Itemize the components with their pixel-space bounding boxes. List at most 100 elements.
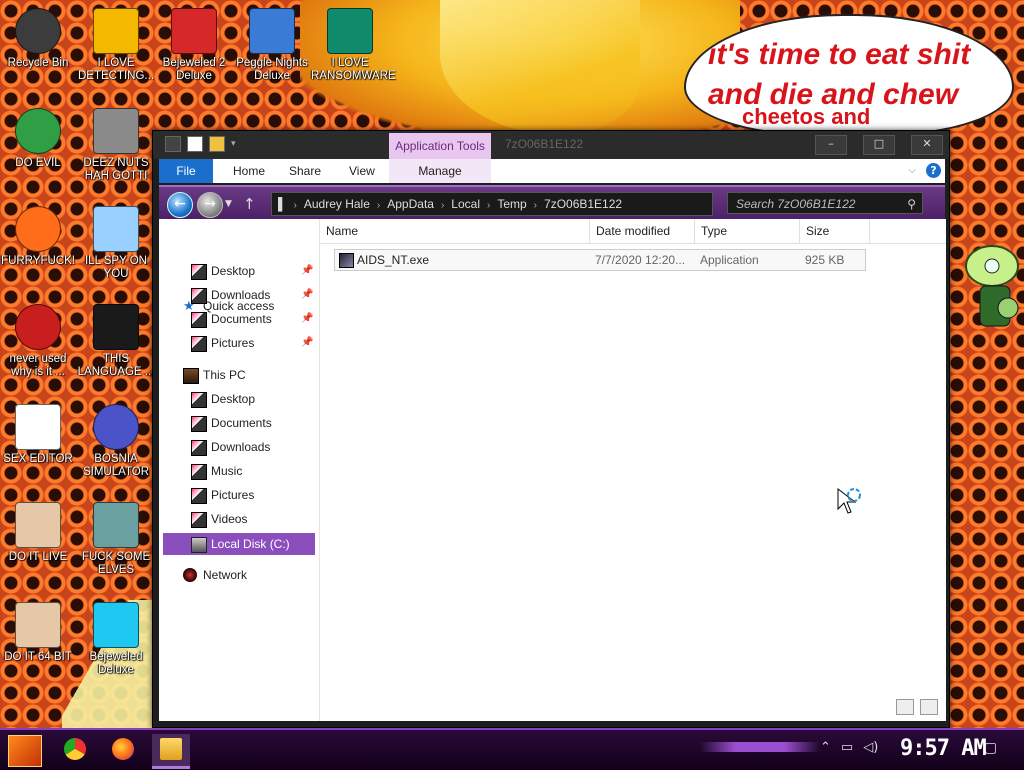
recent-locations-icon[interactable]: ▼ [225, 199, 232, 209]
forward-button[interactable]: → [197, 192, 223, 218]
nav-quick-item[interactable]: Downloads 📌 [159, 284, 319, 306]
taskbar-chrome[interactable] [56, 734, 94, 766]
breadcrumb-item[interactable]: AppData [383, 193, 438, 215]
tab-file[interactable]: File [159, 159, 213, 183]
desktop-icon[interactable]: Recycle Bin [0, 8, 77, 70]
volume-icon[interactable]: ◁) [863, 740, 878, 755]
desktop-icon-label: DO IT LIVE [8, 551, 68, 563]
nav-quick-item[interactable]: Documents 📌 [159, 308, 319, 330]
pin-icon[interactable]: 📌 [301, 260, 313, 282]
nav-quick-item[interactable]: Pictures 📌 [159, 332, 319, 354]
network-icon[interactable]: ▭ [841, 740, 853, 755]
up-arrow-icon[interactable]: ↑ [243, 195, 256, 213]
breadcrumb-item[interactable]: Local [447, 193, 484, 215]
desktop-icon[interactable]: I LOVE RANSOMWARE [311, 8, 396, 83]
nav-pc-item[interactable]: Music [159, 460, 319, 482]
desktop-icon-label: Recycle Bin [7, 57, 69, 69]
desktop-icon[interactable]: Bejeweled Deluxe [77, 602, 155, 677]
folder-icon [191, 416, 207, 432]
clock[interactable]: 9:57 AM [900, 736, 987, 761]
desktop-icon[interactable]: SEX EDITOR [0, 404, 77, 466]
start-button[interactable] [8, 735, 42, 767]
desktop-icon[interactable]: BOSNIA SIMULATOR [77, 404, 155, 479]
nav-pc-item[interactable]: Downloads [159, 436, 319, 458]
column-name[interactable]: Name [320, 219, 590, 243]
breadcrumb-separator[interactable]: › [438, 195, 447, 217]
new-folder-icon[interactable] [209, 136, 225, 152]
breadcrumb-item[interactable]: Audrey Hale [300, 193, 374, 215]
desktop-icon[interactable]: never used why is it ... [0, 304, 77, 379]
tab-share[interactable]: Share [277, 159, 333, 183]
desktop-icon[interactable]: DO IT 64 BIT [0, 602, 77, 664]
desktop-icon-label: FURRYFUCK! [1, 255, 75, 267]
tab-manage[interactable]: Manage [389, 159, 491, 183]
desktop-icon-label: I LOVE DETECTING... [77, 57, 155, 82]
nav-network[interactable]: Network [159, 564, 319, 586]
nav-this-pc[interactable]: This PC [159, 364, 319, 386]
details-view-icon[interactable] [896, 699, 914, 715]
close-button[interactable]: ✕ [911, 135, 943, 155]
desktop-icon-label: THIS LANGUAGE ... [77, 353, 155, 378]
taskbar-file-explorer[interactable] [152, 734, 190, 769]
help-icon[interactable]: ? [926, 163, 941, 178]
column-type[interactable]: Type [695, 219, 800, 243]
search-icon[interactable]: ⚲ [907, 193, 916, 215]
desktop-icon[interactable]: ILL SPY ON YOU [77, 206, 155, 281]
tab-view[interactable]: View [337, 159, 387, 183]
expand-ribbon-icon[interactable]: ⌵ [908, 165, 916, 176]
nav-pc-item[interactable]: Desktop [159, 388, 319, 410]
pin-icon[interactable]: 📌 [301, 308, 313, 330]
title-bar[interactable]: ▾ Application Tools 7zO06B1E122 – □ ✕ [153, 131, 949, 159]
back-button[interactable]: ← [167, 192, 193, 218]
tab-home[interactable]: Home [221, 159, 277, 183]
pin-icon[interactable]: 📌 [301, 284, 313, 306]
desktop-icon[interactable]: Peggle Nights Deluxe [233, 8, 311, 83]
desktop-icon[interactable]: I LOVE DETECTING... [77, 8, 155, 83]
breadcrumb-item[interactable]: 7zO06B1E122 [540, 193, 626, 215]
file-row[interactable]: AIDS_NT.exe 7/7/2020 12:20... Applicatio… [334, 249, 866, 271]
desktop-icon[interactable]: DEEZ NUTS HAH GOTTI [77, 108, 155, 183]
desktop-icon[interactable]: DO EVIL [0, 108, 77, 170]
nav-quick-item[interactable]: Desktop 📌 [159, 260, 319, 282]
taskbar-firefox[interactable] [104, 734, 142, 766]
breadcrumb-separator[interactable]: › [531, 195, 540, 217]
stacked-windows-icon [93, 108, 139, 154]
breadcrumb-item[interactable]: Temp [493, 193, 530, 215]
hxd-icon [15, 404, 61, 450]
folder-icon [191, 512, 207, 528]
nav-pc-item[interactable]: Videos [159, 508, 319, 530]
file-size: 925 KB [805, 253, 845, 267]
firefox-icon [112, 738, 134, 760]
breadcrumb-separator[interactable]: › [484, 195, 493, 217]
folder-icon [191, 440, 207, 456]
chevron-down-icon[interactable]: ▾ [231, 139, 236, 149]
desktop-icon[interactable]: THIS LANGUAGE ... [77, 304, 155, 379]
desktop-icon[interactable]: DO IT LIVE [0, 502, 77, 564]
folder-icon [191, 488, 207, 504]
location-icon: ▌ [278, 197, 287, 211]
maximize-button[interactable]: □ [863, 135, 895, 155]
column-size[interactable]: Size [800, 219, 870, 243]
desktop-icon[interactable]: Bejeweled 2 Deluxe [155, 8, 233, 83]
notifications-icon[interactable]: ▢ [984, 740, 997, 756]
nav-local-disk[interactable]: Local Disk (C:) [163, 533, 315, 555]
window-app-icon[interactable] [165, 136, 181, 152]
breadcrumb-separator[interactable]: › [374, 195, 383, 217]
folder-icon [191, 464, 207, 480]
properties-icon[interactable] [187, 136, 203, 152]
chrome-icon [15, 108, 61, 154]
desktop-icon-label: Bejeweled 2 Deluxe [162, 57, 226, 82]
address-bar[interactable]: ▌ › Audrey Hale › AppData › Local › Temp › 7zO06B1… [271, 192, 713, 216]
minimize-button[interactable]: – [815, 135, 847, 155]
large-icons-view-icon[interactable] [920, 699, 938, 715]
nav-pc-item[interactable]: Pictures [159, 484, 319, 506]
desktop-icon[interactable]: FURRYFUCK! [0, 206, 77, 268]
chevron-up-icon[interactable]: ⌃ [820, 740, 831, 755]
column-date-modified[interactable]: Date modified [590, 219, 695, 243]
search-input[interactable]: Search 7zO06B1E122 ⚲ [727, 192, 923, 214]
nav-item-label: Documents [211, 416, 272, 430]
nav-pc-item[interactable]: Documents [159, 412, 319, 434]
busy-cursor-icon [837, 487, 861, 514]
pin-icon[interactable]: 📌 [301, 332, 313, 354]
desktop-icon[interactable]: FUCK SOME ELVES [77, 502, 155, 577]
